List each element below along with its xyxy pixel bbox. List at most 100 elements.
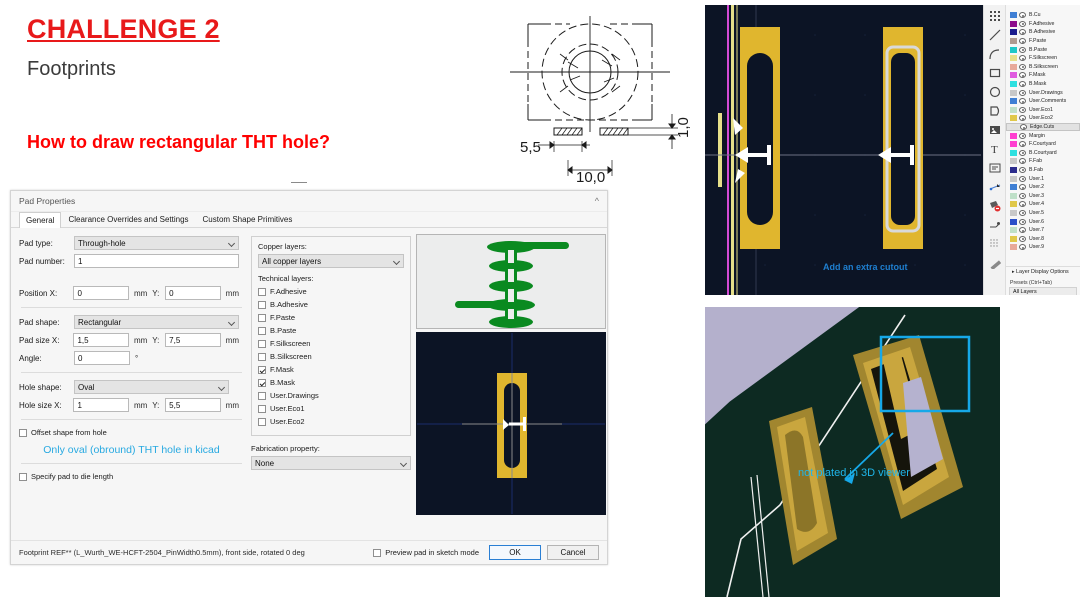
arc-icon[interactable] [988,47,1002,61]
visibility-icon[interactable] [1019,166,1026,173]
die-length-checkbox-row[interactable]: Specify pad to die length [19,471,244,482]
fabrication-property-select[interactable]: None [251,456,411,470]
pad-number-input[interactable]: 1 [74,254,239,268]
layer-row-user-8[interactable]: User.8 [1006,234,1080,243]
layer-row-f-adhesive[interactable]: F.Adhesive [1006,20,1080,29]
visibility-icon[interactable] [1019,20,1026,27]
polygon-icon[interactable] [988,104,1002,118]
tech-layer-row[interactable]: User.Drawings [258,390,404,401]
tab-general[interactable]: General [19,212,62,228]
f-silkscreen-checkbox[interactable] [258,339,266,348]
visibility-icon[interactable] [1019,89,1026,96]
visibility-icon[interactable] [1019,175,1026,182]
layer-row-b-fab[interactable]: B.Fab [1006,166,1080,175]
pcb-editor-panel[interactable]: Add an extra cutout T B.Cu F.Adhesive B.… [705,5,1080,295]
tech-layer-row[interactable]: F.Mask [258,364,404,375]
delete-icon[interactable] [988,199,1002,213]
visibility-icon[interactable] [1019,192,1026,199]
angle-input[interactable]: 0 [74,351,130,365]
sketch-mode-checkbox-row[interactable]: Preview pad in sketch mode [373,548,479,557]
layer-row-user-9[interactable]: User.9 [1006,243,1080,252]
layer-row-user-5[interactable]: User.5 [1006,209,1080,218]
visibility-icon[interactable] [1019,132,1026,139]
pcb-drawing-toolbar[interactable]: T [983,5,1005,295]
b-adhesive-checkbox[interactable] [258,300,266,309]
visibility-icon[interactable] [1019,115,1026,122]
layer-row-b-silkscreen[interactable]: B.Silkscreen [1006,63,1080,72]
visibility-icon[interactable] [1019,158,1026,165]
visibility-icon[interactable] [1019,12,1026,19]
visibility-icon[interactable] [1019,244,1026,251]
visibility-icon[interactable] [1019,81,1026,88]
dialog-tabs[interactable]: General Clearance Overrides and Settings… [11,212,607,228]
visibility-icon[interactable] [1019,38,1026,45]
presets-select[interactable]: All Layers [1009,286,1077,295]
image-icon[interactable] [988,123,1002,137]
visibility-icon[interactable] [1019,106,1026,113]
copper-layers-select[interactable]: All copper layers [258,254,404,268]
visibility-icon[interactable] [1019,184,1026,191]
tab-clearance-overrides[interactable]: Clearance Overrides and Settings [61,211,195,227]
visibility-icon[interactable] [1019,209,1026,216]
layer-row-f-silkscreen[interactable]: F.Silkscreen [1006,54,1080,63]
layers-panel[interactable]: B.Cu F.Adhesive B.Adhesive F.Paste B.Pas… [1005,5,1080,295]
visibility-icon[interactable] [1019,72,1026,79]
tech-layer-row[interactable]: B.Paste [258,325,404,336]
layer-row-user-3[interactable]: User.3 [1006,191,1080,200]
pad-shape-select[interactable]: Rectangular [74,315,239,329]
viewer-3d-panel[interactable]: not plated in 3D viewer [705,307,1000,597]
visibility-icon[interactable] [1019,227,1026,234]
layer-row-user-eco1[interactable]: User.Eco1 [1006,106,1080,115]
layer-row-b-adhesive[interactable]: B.Adhesive [1006,28,1080,37]
visibility-icon[interactable] [1019,201,1026,208]
tech-layer-row[interactable]: B.Silkscreen [258,351,404,362]
layer-row-b-mask[interactable]: B.Mask [1006,80,1080,89]
visibility-icon[interactable] [1019,98,1026,105]
pad-properties-dialog[interactable]: Pad Properties ^ General Clearance Overr… [10,182,608,565]
grid-origin-icon[interactable] [988,237,1002,251]
f-paste-checkbox[interactable] [258,313,266,322]
line-icon[interactable] [988,28,1002,42]
hole-shape-select[interactable]: Oval [74,380,229,394]
offset-shape-checkbox[interactable] [19,428,27,437]
ruler-icon[interactable] [988,256,1002,270]
visibility-icon[interactable] [1019,149,1026,156]
pad-type-select[interactable]: Through-hole [74,236,239,250]
visibility-icon[interactable] [1020,124,1027,131]
user-drawings-checkbox[interactable] [258,391,266,400]
layer-row-user-4[interactable]: User.4 [1006,200,1080,209]
user-eco1-checkbox[interactable] [258,404,266,413]
measure-icon[interactable] [988,218,1002,232]
b-mask-checkbox[interactable] [258,378,266,387]
tech-layer-row[interactable]: User.Eco1 [258,403,404,414]
tech-layer-row[interactable]: F.Adhesive [258,286,404,297]
circle-icon[interactable] [988,85,1002,99]
layer-display-options-toggle[interactable]: ▸ Layer Display Options [1006,265,1080,277]
ok-button[interactable]: OK [489,545,541,560]
b-paste-checkbox[interactable] [258,326,266,335]
layer-row-b-paste[interactable]: B.Paste [1006,45,1080,54]
visibility-icon[interactable] [1019,46,1026,53]
f-adhesive-checkbox[interactable] [258,287,266,296]
visibility-icon[interactable] [1019,218,1026,225]
tech-layer-row[interactable]: B.Adhesive [258,299,404,310]
dimension-icon[interactable] [988,180,1002,194]
visibility-icon[interactable] [1019,235,1026,242]
pcb-canvas[interactable] [705,5,981,295]
pad-size-y-input[interactable]: 7,5 [165,333,221,347]
layer-row-b-cu[interactable]: B.Cu [1006,11,1080,20]
position-y-input[interactable]: 0 [165,286,221,300]
user-eco2-checkbox[interactable] [258,417,266,426]
layer-row-user-1[interactable]: User.1 [1006,174,1080,183]
layer-row-user-6[interactable]: User.6 [1006,217,1080,226]
layer-row-edge-cuts[interactable]: Edge.Cuts [1006,122,1080,132]
pad-size-x-input[interactable]: 1,5 [73,333,129,347]
hole-size-y-input[interactable]: 5,5 [165,398,221,412]
layer-row-user-7[interactable]: User.7 [1006,226,1080,235]
tab-custom-shape-primitives[interactable]: Custom Shape Primitives [196,211,300,227]
position-x-input[interactable]: 0 [73,286,129,300]
tech-layer-row[interactable]: F.Silkscreen [258,338,404,349]
layer-row-user-drawings[interactable]: User.Drawings [1006,88,1080,97]
die-length-checkbox[interactable] [19,472,27,481]
tech-layer-row[interactable]: B.Mask [258,377,404,388]
